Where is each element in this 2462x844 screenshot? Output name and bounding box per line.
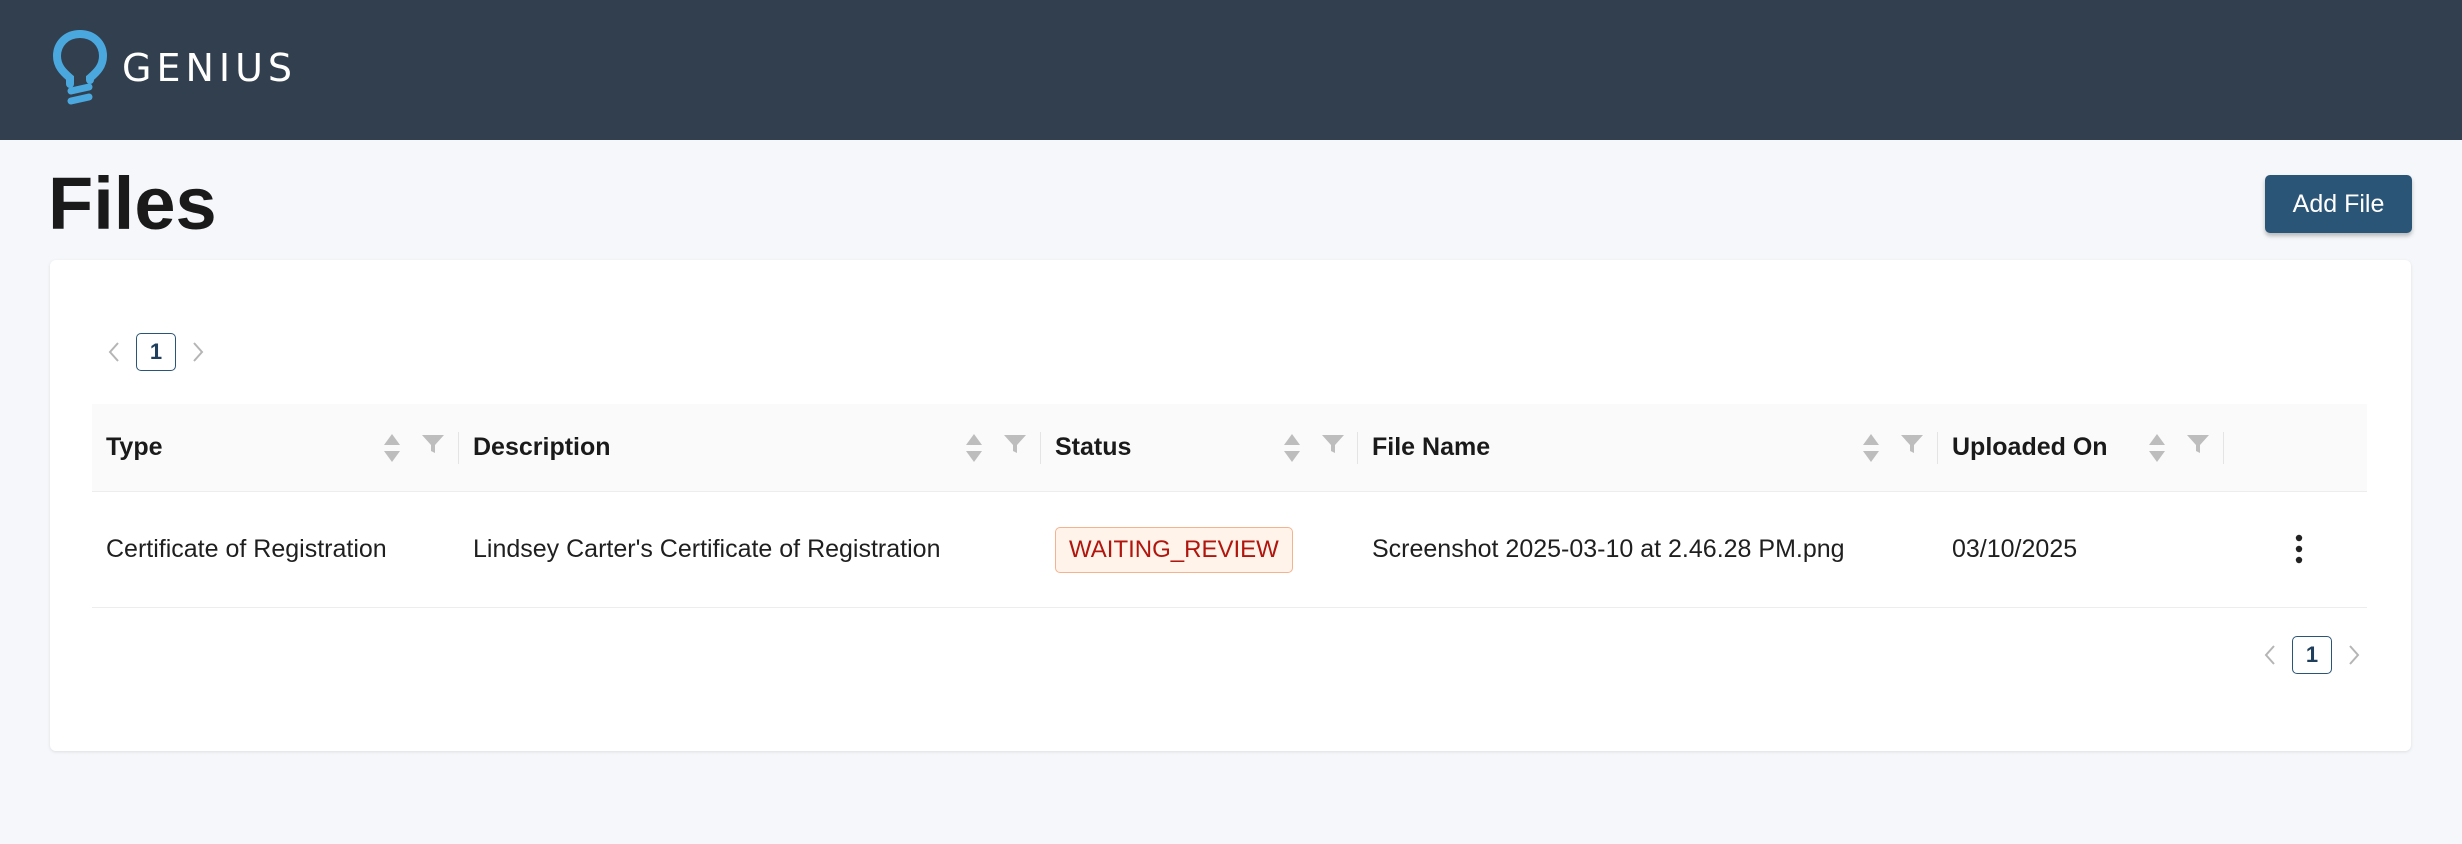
filter-icon[interactable] [421,433,445,462]
sort-icon[interactable] [1862,433,1880,463]
sort-icon[interactable] [1283,433,1301,463]
filter-icon[interactable] [1321,433,1345,462]
filter-icon[interactable] [1003,433,1027,462]
pagination-top: 1 [95,333,217,371]
sort-icon[interactable] [965,433,983,463]
column-label: File Name [1372,433,1491,461]
brand-name: GENIUS [122,46,298,90]
brand-logo[interactable]: GENIUS [52,28,297,108]
more-vertical-icon[interactable] [2294,492,2304,607]
column-header-description: Description [459,404,1041,491]
chevron-right-icon[interactable] [2335,636,2373,674]
column-label: Type [106,433,163,461]
cell-status: WAITING_REVIEW [1055,492,1293,607]
files-card: 1 Type Description Status File Name Uplo… [50,260,2411,751]
column-header-status: Status [1041,404,1358,491]
column-divider [2223,432,2224,464]
chevron-right-icon[interactable] [179,333,217,371]
sort-icon[interactable] [2148,433,2166,463]
filter-icon[interactable] [1900,433,1924,462]
column-header-uploaded-on: Uploaded On [1938,404,2224,491]
chevron-left-icon[interactable] [2251,636,2289,674]
add-file-button[interactable]: Add File [2265,175,2412,233]
page-number[interactable]: 1 [2292,636,2332,674]
table-row[interactable]: Certificate of Registration Lindsey Cart… [92,492,2367,608]
column-label: Description [473,433,611,461]
lightbulb-logo-icon [52,28,108,108]
column-header-file-name: File Name [1358,404,1938,491]
column-label: Status [1055,433,1132,461]
page-title: Files [48,162,217,245]
pagination-bottom: 1 [2251,636,2373,674]
cell-type: Certificate of Registration [106,535,387,563]
column-label: Uploaded On [1952,433,2108,461]
table-header: Type Description Status File Name Upload… [92,404,2367,492]
page-number[interactable]: 1 [136,333,176,371]
filter-icon[interactable] [2186,433,2210,462]
cell-uploaded-on: 03/10/2025 [1952,535,2078,563]
files-table: Type Description Status File Name Upload… [92,404,2367,608]
cell-description: Lindsey Carter's Certificate of Registra… [473,535,941,563]
cell-file-name: Screenshot 2025-03-10 at 2.46.28 PM.png [1372,535,1845,563]
chevron-left-icon[interactable] [95,333,133,371]
column-header-type: Type [92,404,459,491]
sort-icon[interactable] [383,433,401,463]
status-badge: WAITING_REVIEW [1055,526,1293,573]
top-bar: GENIUS [0,0,2462,140]
